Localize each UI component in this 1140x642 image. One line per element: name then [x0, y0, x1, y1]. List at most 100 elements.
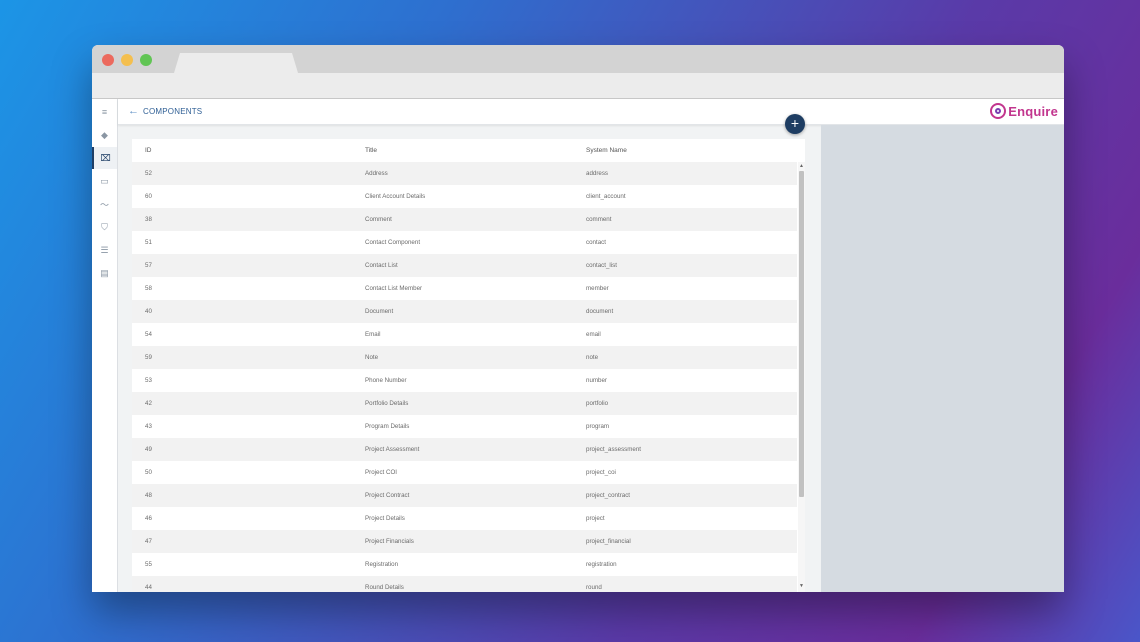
cell-title: Project Financials — [365, 538, 414, 545]
table-row[interactable]: 40 Document document — [132, 300, 797, 323]
scroll-up-icon[interactable]: ▲ — [799, 163, 804, 169]
cell-title: Note — [365, 354, 379, 361]
cell-title: Contact List — [365, 262, 398, 269]
table-row[interactable]: 44 Round Details round — [132, 576, 797, 592]
table-row[interactable]: 48 Project Contract project_contract — [132, 484, 797, 507]
cell-system-name: client_account — [586, 193, 626, 200]
cell-title: Program Details — [365, 423, 410, 430]
table-row[interactable]: 46 Project Details project — [132, 507, 797, 530]
table-row[interactable]: 53 Phone Number number — [132, 369, 797, 392]
cell-title: Contact Component — [365, 239, 421, 246]
detail-panel — [821, 125, 1064, 592]
cell-system-name: registration — [586, 561, 617, 568]
cell-title: Portfolio Details — [365, 400, 409, 407]
scroll-down-icon[interactable]: ▼ — [799, 583, 804, 589]
table-row[interactable]: 55 Registration registration — [132, 553, 797, 576]
cell-title: Registration — [365, 561, 399, 568]
cell-id: 51 — [145, 239, 152, 246]
table-row[interactable]: 60 Client Account Details client_account — [132, 185, 797, 208]
sidebar-item-layers[interactable]: ◆ — [92, 124, 117, 146]
table-body: 52 Address address 60 Client Account Details… — [132, 162, 797, 592]
list-icon: ☰ — [100, 244, 109, 255]
browser-window: ≡ ◆ ⌧ ▭ 〜 ⛉ ☰ ▤ ← COMPONENTS Enquire ID Title S… — [92, 45, 1064, 592]
table-row[interactable]: 52 Address address — [132, 162, 797, 185]
table-row[interactable]: 47 Project Financials project_financial — [132, 530, 797, 553]
cell-system-name: project_assessment — [586, 446, 642, 453]
table-row[interactable]: 49 Project Assessment project_assessment — [132, 438, 797, 461]
document-icon: ▤ — [100, 267, 109, 278]
cell-system-name: number — [586, 377, 607, 384]
cell-title: Email — [365, 331, 381, 338]
sidebar-item-menu[interactable]: ≡ — [92, 101, 117, 123]
cell-title: Round Details — [365, 584, 404, 591]
table-header: ID Title System Name — [132, 139, 797, 163]
cell-id: 44 — [145, 584, 152, 591]
table-row[interactable]: 59 Note note — [132, 346, 797, 369]
title-bar — [92, 45, 1064, 73]
sidebar-item-panel[interactable]: ▭ — [92, 170, 117, 192]
cell-system-name: document — [586, 308, 614, 315]
sidebar-item-list[interactable]: ☰ — [92, 239, 117, 261]
cell-system-name: email — [586, 331, 601, 338]
cell-system-name: contact_list — [586, 262, 617, 269]
app-area: ≡ ◆ ⌧ ▭ 〜 ⛉ ☰ ▤ ← COMPONENTS Enquire ID Title S… — [92, 99, 1064, 592]
layers-icon: ◆ — [101, 129, 108, 140]
cell-id: 55 — [145, 561, 152, 568]
table-row[interactable]: 58 Contact List Member member — [132, 277, 797, 300]
hamburger-icon: ≡ — [101, 107, 108, 117]
components-icon: ⌧ — [100, 152, 111, 163]
minimize-window-button[interactable] — [121, 54, 133, 66]
cell-id: 46 — [145, 515, 152, 522]
cell-title: Client Account Details — [365, 193, 426, 200]
arrow-left-icon[interactable]: ← — [128, 105, 139, 117]
page-header: ← COMPONENTS Enquire — [118, 99, 1064, 125]
cell-system-name: address — [586, 170, 609, 177]
cell-id: 53 — [145, 377, 152, 384]
cell-system-name: project_financial — [586, 538, 631, 545]
table-row[interactable]: 51 Contact Component contact — [132, 231, 797, 254]
table-row[interactable]: 54 Email email — [132, 323, 797, 346]
sidebar-item-security[interactable]: ⛉ — [92, 216, 117, 238]
table-row[interactable]: 57 Contact List contact_list — [132, 254, 797, 277]
cell-id: 50 — [145, 469, 152, 476]
shield-icon: ⛉ — [101, 221, 108, 232]
cell-system-name: program — [586, 423, 610, 430]
cell-title: Project Details — [365, 515, 405, 522]
enquire-logo: Enquire — [990, 103, 1058, 119]
cell-system-name: project_contract — [586, 492, 631, 499]
browser-toolbar — [92, 73, 1064, 99]
cell-system-name: project_coi — [586, 469, 616, 476]
sidebar-item-document[interactable]: ▤ — [92, 262, 117, 284]
cell-id: 59 — [145, 354, 152, 361]
scroll-thumb[interactable] — [799, 171, 804, 497]
browser-tab[interactable] — [174, 53, 298, 73]
table-row[interactable]: 42 Portfolio Details portfolio — [132, 392, 797, 415]
column-header-title[interactable]: Title — [365, 147, 377, 154]
table-row[interactable]: 43 Program Details program — [132, 415, 797, 438]
maximize-window-button[interactable] — [140, 54, 152, 66]
table-row[interactable]: 50 Project COI project_coi — [132, 461, 797, 484]
cell-system-name: comment — [586, 216, 612, 223]
cell-title: Phone Number — [365, 377, 407, 384]
sidebar-item-components[interactable]: ⌧ — [92, 147, 117, 169]
page-title: COMPONENTS — [143, 107, 203, 116]
table-scrollbar[interactable]: ▲ ▼ — [798, 162, 805, 592]
column-header-id[interactable]: ID — [145, 147, 152, 154]
column-header-system-name[interactable]: System Name — [586, 147, 627, 154]
close-window-button[interactable] — [102, 54, 114, 66]
cell-id: 49 — [145, 446, 152, 453]
cell-id: 52 — [145, 170, 152, 177]
cell-id: 60 — [145, 193, 152, 200]
panel-icon: ▭ — [100, 175, 109, 186]
sidebar-item-analytics[interactable]: 〜 — [92, 193, 117, 215]
add-component-button[interactable]: + — [785, 114, 805, 134]
cell-system-name: member — [586, 285, 609, 292]
sidebar: ≡ ◆ ⌧ ▭ 〜 ⛉ ☰ ▤ — [92, 99, 118, 592]
cell-id: 48 — [145, 492, 152, 499]
table-row[interactable]: 38 Comment comment — [132, 208, 797, 231]
brand-name: Enquire — [1008, 103, 1058, 119]
plus-icon: + — [790, 115, 800, 131]
cell-title: Project Assessment — [365, 446, 420, 453]
cell-system-name: portfolio — [586, 400, 609, 407]
cell-id: 43 — [145, 423, 152, 430]
